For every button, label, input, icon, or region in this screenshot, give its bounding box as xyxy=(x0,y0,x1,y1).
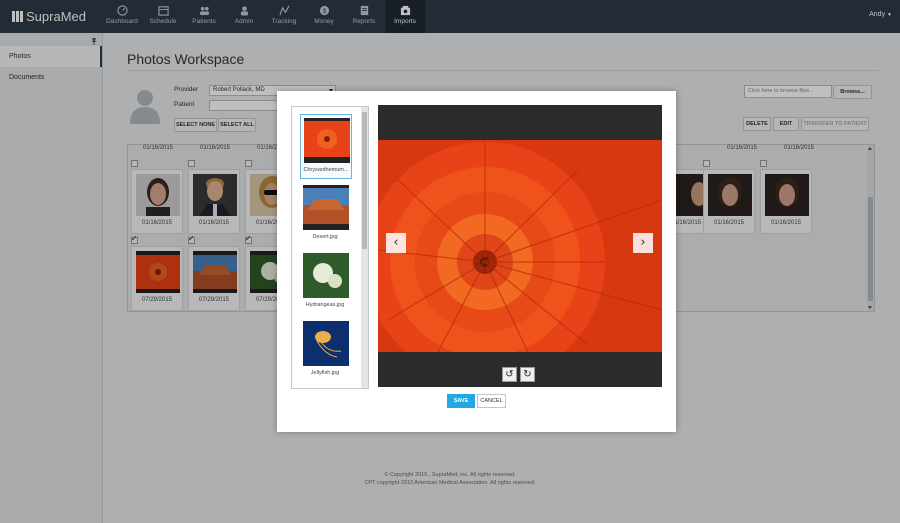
rotate-left-button[interactable]: ↺ xyxy=(502,367,517,382)
file-list-item[interactable]: Chrysanthemum... xyxy=(300,114,352,179)
file-list-item[interactable]: Jellyfish.jpg xyxy=(300,318,352,383)
file-caption: Desert.jpg xyxy=(312,234,338,240)
file-thumbnail xyxy=(303,321,349,366)
file-list-scrollbar[interactable] xyxy=(361,107,368,388)
file-thumbnail xyxy=(303,253,349,298)
file-list-item[interactable]: Hydrangeas.jpg xyxy=(300,250,352,315)
next-image-button[interactable]: › xyxy=(633,233,653,253)
file-list-item[interactable]: Desert.jpg xyxy=(300,182,352,247)
file-caption: Chrysanthemum... xyxy=(303,167,349,173)
file-caption: Hydrangeas.jpg xyxy=(305,302,345,308)
scrollbar-thumb[interactable] xyxy=(362,112,367,249)
image-viewer: ‹ › ↺ ↻ xyxy=(378,105,662,387)
file-list: Chrysanthemum... Desert.jpg Hydrangeas.j… xyxy=(291,106,369,389)
cancel-button[interactable]: CANCEL xyxy=(477,394,506,408)
file-thumbnail xyxy=(303,185,349,230)
file-caption: Jellyfish.jpg xyxy=(310,370,340,376)
file-thumbnail xyxy=(304,118,350,163)
image-editor-modal: Chrysanthemum... Desert.jpg Hydrangeas.j… xyxy=(277,91,676,432)
rotate-right-button[interactable]: ↻ xyxy=(520,367,535,382)
preview-image xyxy=(378,140,662,352)
previous-image-button[interactable]: ‹ xyxy=(386,233,406,253)
save-button[interactable]: SAVE xyxy=(447,394,475,408)
